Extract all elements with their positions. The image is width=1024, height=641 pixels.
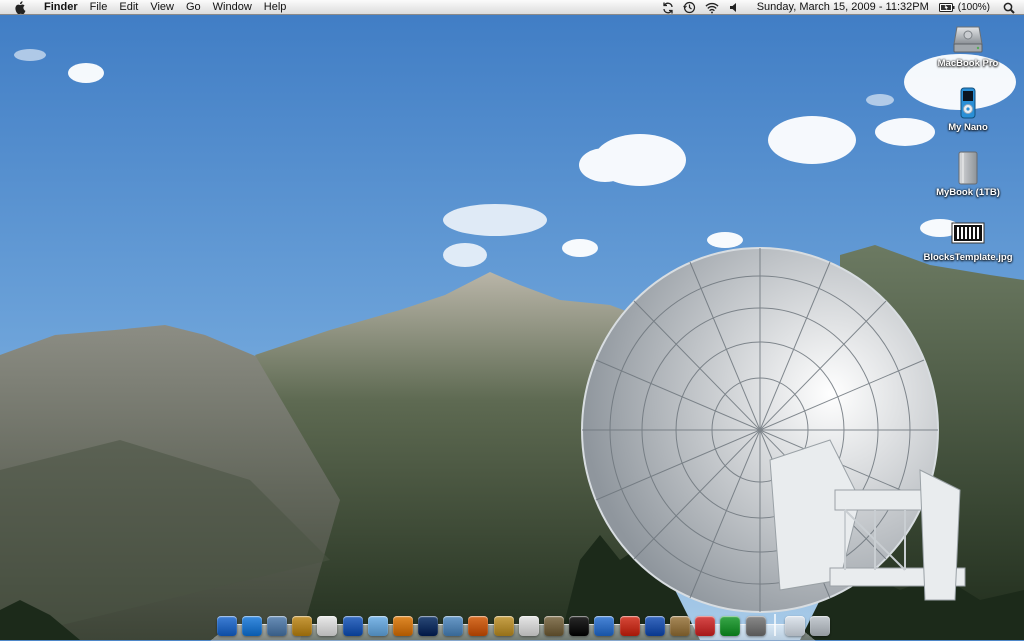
sync-icon[interactable] [661,1,675,15]
spaces-icon[interactable] [644,616,665,636]
desktop-icon-mybook[interactable]: MyBook (1TB) [923,151,1013,198]
spotlight-icon[interactable] [1002,1,1016,15]
menu-edit[interactable]: Edit [113,0,144,15]
garageband-icon[interactable] [468,616,489,636]
word-icon[interactable] [342,616,363,636]
menu-help[interactable]: Help [258,0,293,15]
gimp-icon[interactable] [669,616,690,636]
apple-icon [15,0,26,14]
desktop-icon-my-nano[interactable]: My Nano [923,86,1013,133]
menu-view[interactable]: View [144,0,180,15]
iphoto-icon[interactable] [443,616,464,636]
ipod-nano-icon [960,87,976,119]
desktop-icon-blocks-template[interactable]: BlocksTemplate.jpg [923,216,1013,263]
feed-icon[interactable] [720,616,741,636]
time-machine-icon[interactable] [683,1,697,15]
menu-app-finder[interactable]: Finder [38,0,84,15]
menu-bar: Finder File Edit View Go Window Help Sun… [0,0,1024,15]
desktop-icon-macbook-pro[interactable]: MacBook Pro [923,22,1013,69]
desktop-icon-label: MacBook Pro [937,58,999,69]
system-preferences-icon[interactable] [745,616,766,636]
app-store-icon[interactable] [594,616,615,636]
menu-clock[interactable]: Sunday, March 15, 2009 - 11:32PM [745,0,939,15]
menu-window[interactable]: Window [207,0,258,15]
mail-icon[interactable] [266,616,287,636]
dock [214,606,833,636]
terminal-icon[interactable] [569,616,590,636]
battery-status[interactable]: (100%) [938,0,990,15]
grapher-icon[interactable] [619,616,640,636]
battery-icon [938,3,955,12]
preview-icon[interactable] [493,616,514,636]
dock-separator [774,614,777,636]
finder-icon[interactable] [216,616,237,636]
image-file-icon [951,222,985,244]
itunes-icon[interactable] [367,616,388,636]
textedit-icon[interactable] [518,616,539,636]
menu-file[interactable]: File [84,0,114,15]
wifi-icon[interactable] [705,1,719,15]
battery-percent: (100%) [957,2,990,13]
desktop-icon-label: BlocksTemplate.jpg [923,252,1013,263]
apple-menu[interactable] [12,0,28,15]
growl-icon[interactable] [392,616,413,636]
external-drive-icon [958,151,978,185]
desktop-icon-label: My Nano [948,122,988,133]
menu-extras: Sunday, March 15, 2009 - 11:32PM (100%) [657,0,1024,15]
ical-icon[interactable] [317,616,338,636]
volume-icon[interactable] [727,1,741,15]
documents-stack-icon[interactable] [784,616,805,636]
menu-go[interactable]: Go [180,0,207,15]
desktop-icon-label: MyBook (1TB) [936,187,1000,198]
calendar-grid-icon[interactable] [695,616,716,636]
hard-drive-icon [953,26,983,53]
quicktime-icon[interactable] [418,616,439,636]
address-book-icon[interactable] [292,616,313,636]
trash-icon[interactable] [809,616,830,636]
font-book-icon[interactable] [544,616,565,636]
desktop-wallpaper [0,0,1024,640]
safari-icon[interactable] [241,616,262,636]
